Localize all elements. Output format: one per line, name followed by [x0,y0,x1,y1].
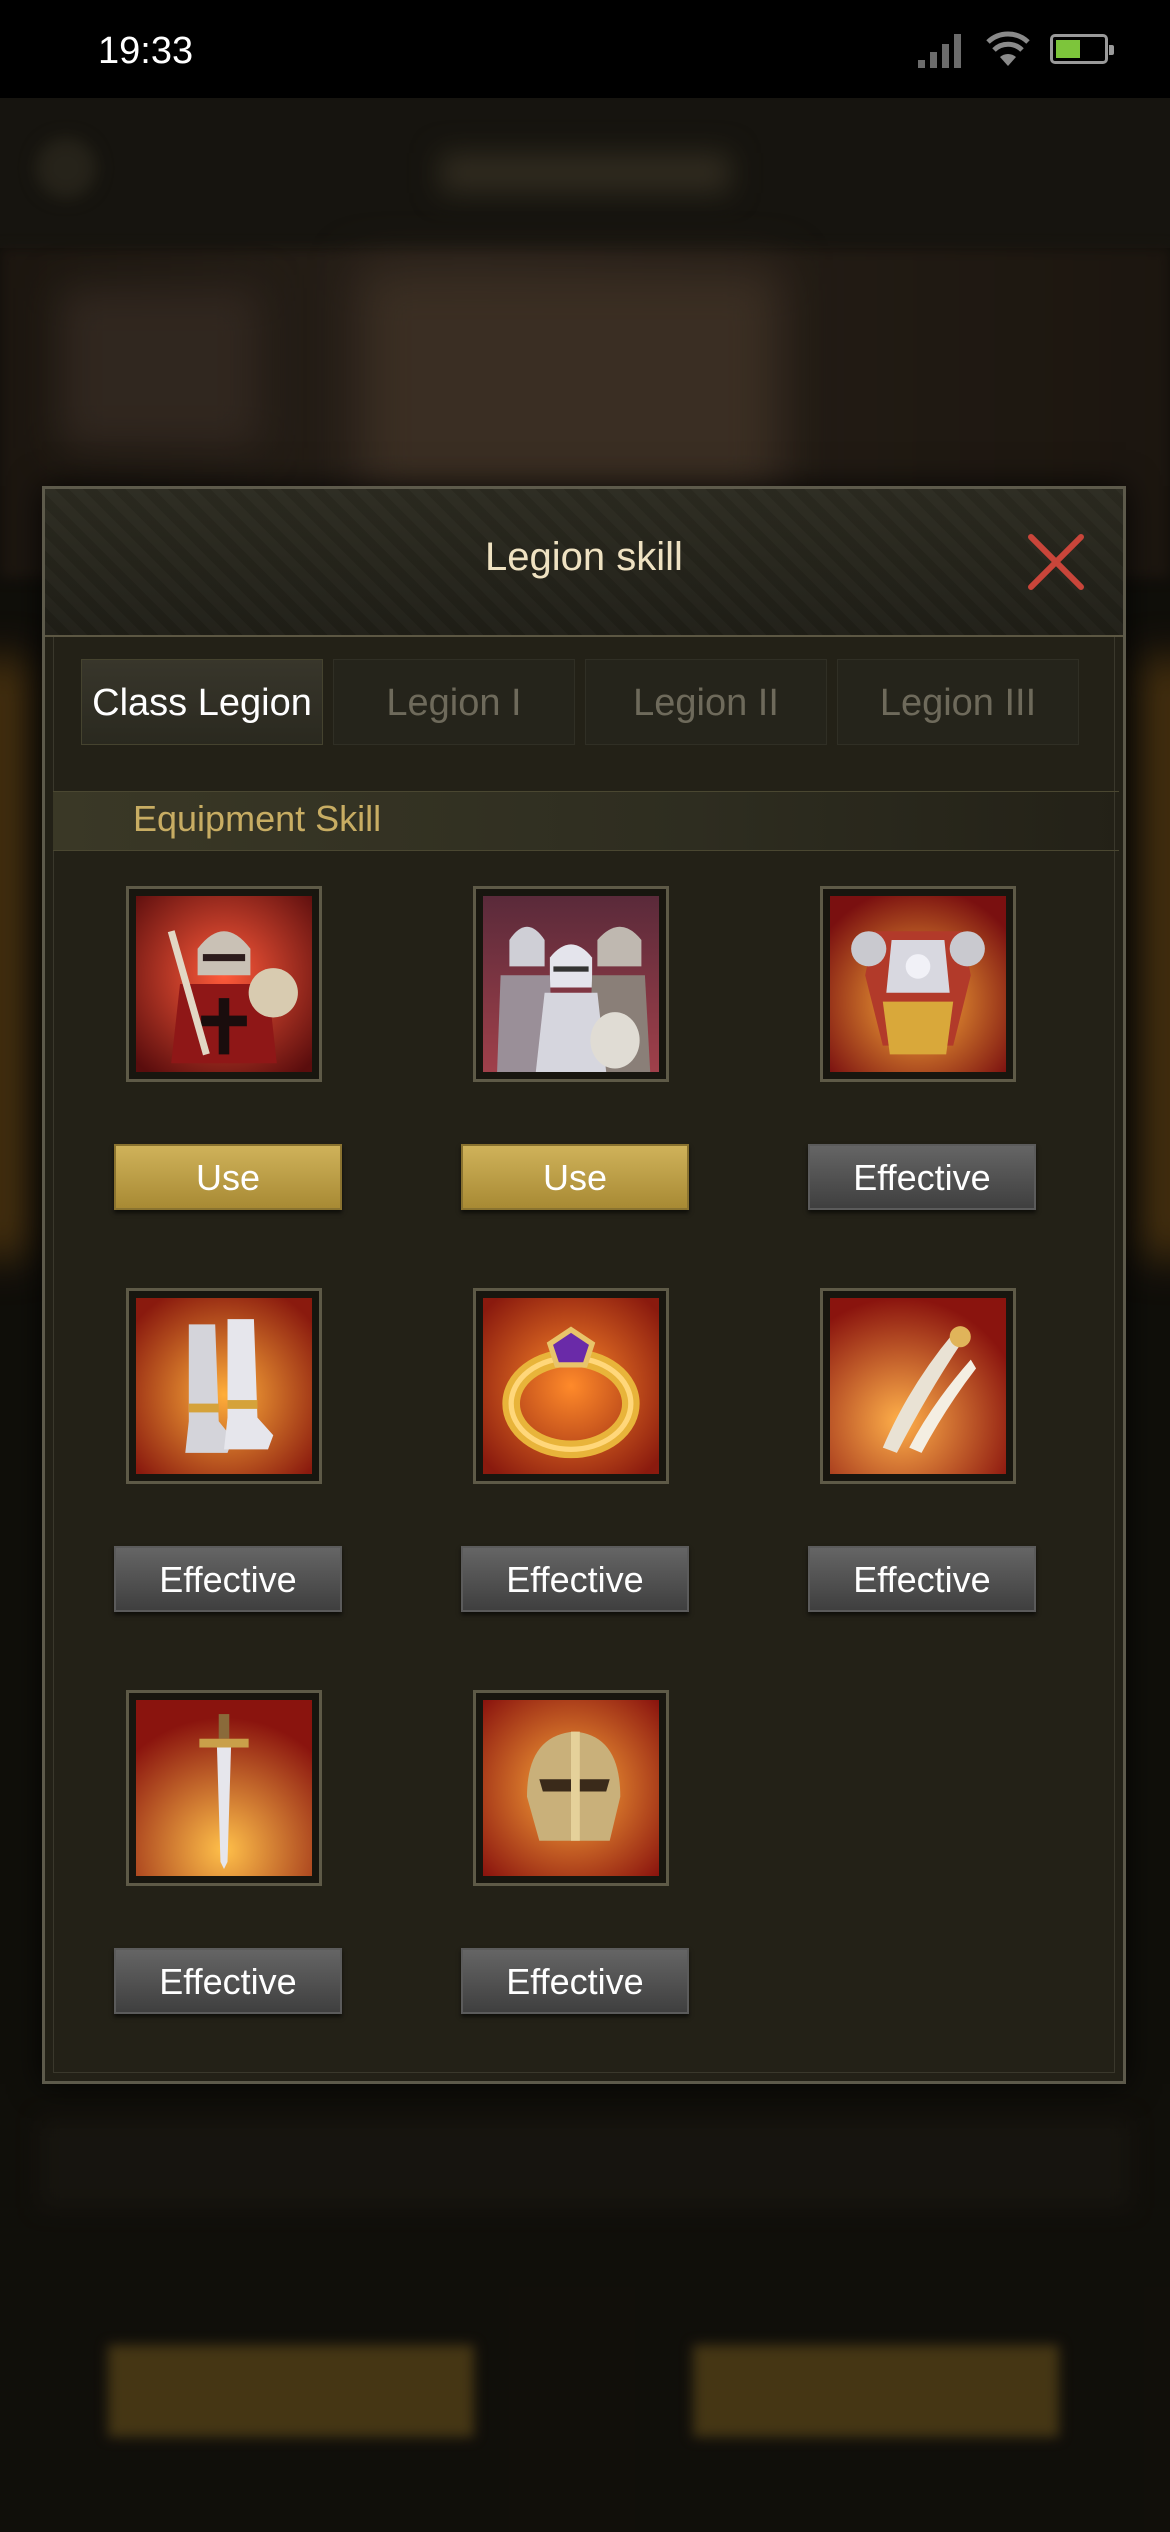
knight-squad-icon [483,896,659,1072]
effective-button[interactable]: Effective [808,1144,1036,1210]
skill-icon-frame[interactable] [126,886,322,1082]
effective-button[interactable]: Effective [808,1546,1036,1612]
legion-skill-dialog: Legion skill Class Legion Legion I Legio… [42,486,1126,2084]
cellular-signal-icon [918,34,962,68]
use-button[interactable]: Use [461,1144,689,1210]
tab-class-legion[interactable]: Class Legion [81,659,323,745]
skill-icon-frame[interactable] [473,886,669,1082]
legion-tabs: Class Legion Legion I Legion II Legion I… [81,659,1091,745]
effective-button[interactable]: Effective [114,1948,342,2014]
armor-gauntlet-icon [830,896,1006,1072]
skill-icon-frame[interactable] [820,886,1016,1082]
status-time: 19:33 [98,30,194,72]
tab-legion-iii[interactable]: Legion III [837,659,1079,745]
gem-ring-icon [483,1298,659,1474]
crusader-knight-icon [136,896,312,1072]
skill-icon-frame[interactable] [473,1690,669,1886]
wifi-icon [986,31,1030,66]
effective-button[interactable]: Effective [461,1546,689,1612]
greaves-boots-icon [136,1298,312,1474]
sword-icon [136,1700,312,1876]
dialog-title: Legion skill [485,535,683,579]
skill-icon-frame[interactable] [126,1690,322,1886]
close-icon[interactable] [1023,529,1089,595]
skill-icon-frame[interactable] [126,1288,322,1484]
dagger-icon [830,1298,1006,1474]
equipment-skill-section-header: Equipment Skill [53,791,1119,851]
effective-button[interactable]: Effective [461,1948,689,2014]
dialog-header: Legion skill [45,489,1123,637]
section-title: Equipment Skill [133,798,382,839]
use-button[interactable]: Use [114,1144,342,1210]
tab-legion-ii[interactable]: Legion II [585,659,827,745]
status-bar: 19:33 [0,0,1170,98]
skill-icon-frame[interactable] [820,1288,1016,1484]
battery-icon [1050,34,1114,64]
skill-icon-frame[interactable] [473,1288,669,1484]
tab-legion-i[interactable]: Legion I [333,659,575,745]
helmet-icon [483,1700,659,1876]
effective-button[interactable]: Effective [114,1546,342,1612]
